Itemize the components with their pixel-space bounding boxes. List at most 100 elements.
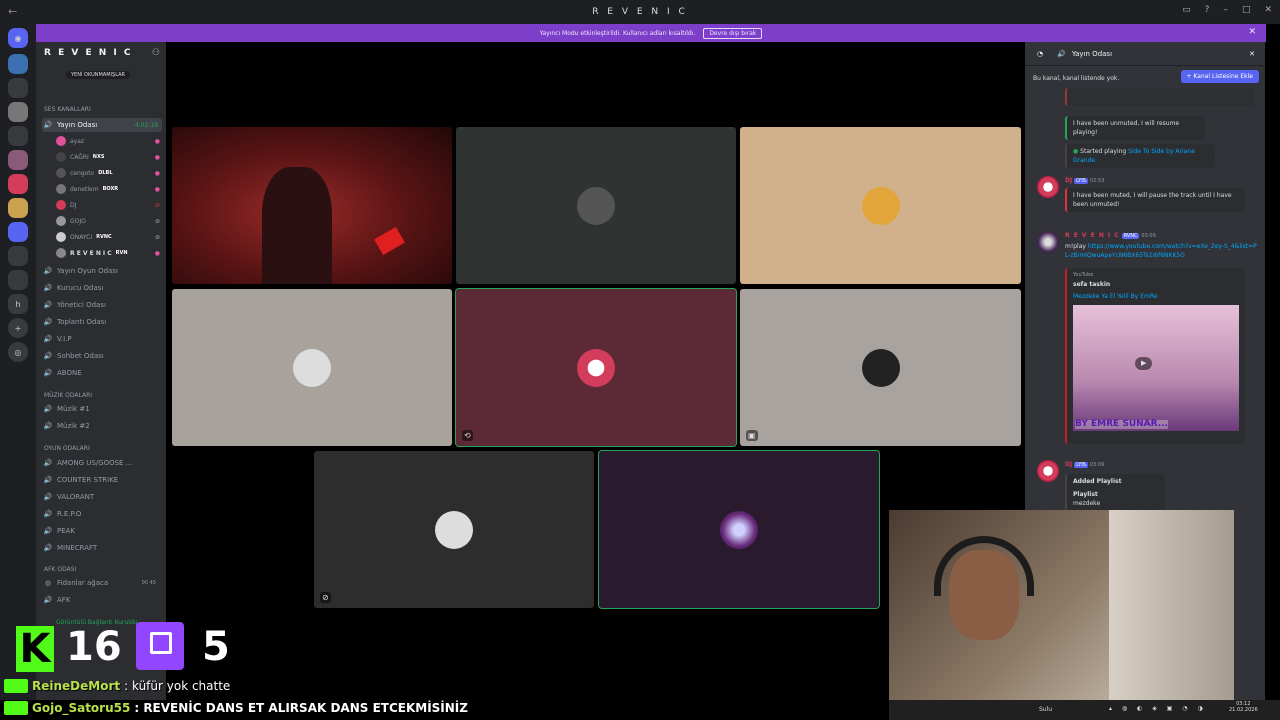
- avatar: [56, 232, 66, 242]
- avatar[interactable]: [1037, 176, 1059, 198]
- camera-icon: ▣: [746, 430, 758, 441]
- channel-item[interactable]: 🔊 V.I.P: [42, 332, 162, 346]
- channel-item[interactable]: 🔊 AFK: [42, 593, 162, 607]
- voice-user[interactable]: R E V E N I C RVN ●: [56, 246, 160, 260]
- server-icon[interactable]: [8, 222, 28, 242]
- channel-item[interactable]: 🔊 Müzik #1: [42, 402, 162, 416]
- weather-text[interactable]: Sulu: [1039, 706, 1052, 713]
- voice-user[interactable]: cengotv DLBL ●: [56, 166, 160, 180]
- server-icon[interactable]: [8, 126, 28, 146]
- speaker-icon: 🔊: [43, 318, 53, 326]
- channel-item[interactable]: ◍ Fidanlar ağaca 00 45: [42, 576, 162, 590]
- message-header: DJ LYIS 03:09: [1065, 461, 1105, 468]
- disable-streamer-mode-button[interactable]: Devre dışı bırak: [703, 27, 763, 39]
- muted-icon: ⊘: [154, 233, 160, 241]
- globe-icon: ◍: [44, 579, 52, 587]
- tray-icons[interactable]: ▴ ◍ ◐ ◈ ▣ ◔ ◑: [1109, 705, 1207, 712]
- stream-icon: ⟲: [462, 430, 473, 441]
- voice-user[interactable]: ayaz ●: [56, 134, 160, 148]
- video-tile[interactable]: [740, 127, 1021, 284]
- close-icon[interactable]: ✕: [1249, 50, 1255, 58]
- chat-header: ◔ 🔊 Yayın Odası ✕: [1025, 42, 1265, 66]
- avatar[interactable]: [1037, 460, 1059, 482]
- stream-chat-line: ReineDeMort : küfür yok chatte: [4, 678, 230, 694]
- close-window-button[interactable]: ✕: [1264, 5, 1272, 15]
- video-tile-speaking[interactable]: [598, 450, 880, 609]
- voice-user[interactable]: DJ ⊘: [56, 198, 160, 212]
- channel-item[interactable]: 🔊 PEAK: [42, 524, 162, 538]
- add-to-channel-list-button[interactable]: + Kanal Listesine Ekle: [1180, 70, 1259, 83]
- channel-item[interactable]: 🔊 Kurucu Odası: [42, 281, 162, 295]
- streamer-silhouette: [262, 167, 332, 284]
- server-rail: ◉ h + ◎: [0, 24, 36, 700]
- category-voice[interactable]: SES KANALLARI: [44, 106, 91, 113]
- home-icon[interactable]: ◉: [8, 28, 28, 48]
- video-tile-webcam[interactable]: [172, 127, 452, 284]
- unread-badge[interactable]: YENİ OKUNMAMIŞLAR: [66, 71, 130, 79]
- muted-icon: ⊘: [154, 201, 160, 209]
- channel-item[interactable]: 🔊 Toplantı Odası: [42, 315, 162, 329]
- voice-user[interactable]: denetlem BOXR ●: [56, 182, 160, 196]
- clock[interactable]: 03:12 21.02.2026: [1229, 701, 1258, 713]
- channel-item[interactable]: 🔊 ABONE: [42, 366, 162, 380]
- channel-item[interactable]: 🔊 Sohbet Odası: [42, 349, 162, 363]
- channel-item[interactable]: 🔊 MINECRAFT: [42, 541, 162, 555]
- voice-user[interactable]: CAĞRI NXS ●: [56, 150, 160, 164]
- speaker-icon: 🔊: [1057, 49, 1066, 58]
- channel-item[interactable]: 🔊 Yönetici Odası: [42, 298, 162, 312]
- category-games[interactable]: OYUN ODALARI: [44, 445, 90, 452]
- message-embed: ● Started playing Side To Side by Ariana…: [1065, 144, 1215, 168]
- server-icon[interactable]: h: [8, 294, 28, 314]
- server-icon[interactable]: [8, 174, 28, 194]
- server-icon[interactable]: [8, 102, 28, 122]
- channel-yayin-odasi[interactable]: 🔊 Yayın Odası 4:02:19: [42, 118, 162, 132]
- speaker-icon: 🔊: [43, 493, 53, 501]
- avatar: [861, 186, 900, 225]
- channel-item[interactable]: 🔊 COUNTER STRIKE: [42, 473, 162, 487]
- play-icon[interactable]: ▶: [1135, 357, 1153, 370]
- viewer-counter-overlay: K 16 5: [0, 614, 240, 674]
- video-tile[interactable]: ▣: [740, 289, 1021, 446]
- minimize-button[interactable]: –: [1223, 5, 1228, 15]
- video-thumbnail[interactable]: ▶ BY EMRE SUNAR...: [1073, 305, 1239, 431]
- voice-user[interactable]: GOJO ⊘: [56, 214, 160, 228]
- server-icon[interactable]: [8, 150, 28, 170]
- kick-viewer-count: 16: [66, 624, 122, 670]
- inbox-icon[interactable]: ▭: [1182, 5, 1191, 15]
- avatar: [861, 348, 900, 387]
- avatar[interactable]: [1037, 231, 1059, 253]
- voice-user[interactable]: ONAYCI RVNC ⊘: [56, 230, 160, 244]
- server-icon[interactable]: [8, 246, 28, 266]
- speaker-icon: 🔊: [43, 121, 53, 129]
- server-icon[interactable]: [8, 198, 28, 218]
- avatar: [293, 348, 331, 387]
- video-tile-speaking[interactable]: ⟲: [455, 288, 737, 447]
- video-tile[interactable]: ⊘: [314, 451, 594, 608]
- category-afk[interactable]: AFK ODASI: [44, 566, 76, 573]
- video-tile[interactable]: [456, 127, 736, 284]
- window-curtain: [1109, 510, 1234, 704]
- server-name[interactable]: R E V E N I C: [44, 48, 132, 58]
- streaming-icon: ●: [154, 185, 160, 193]
- help-icon[interactable]: ?: [1205, 5, 1210, 15]
- channel-item[interactable]: 🔊 VALORANT: [42, 490, 162, 504]
- speaker-icon: 🔊: [43, 335, 53, 343]
- youtube-embed: YouTube sefa taskin Mezdeke Ya El Yelil …: [1065, 268, 1245, 444]
- server-icon[interactable]: [8, 78, 28, 98]
- explore-icon[interactable]: ◎: [8, 342, 28, 362]
- channel-item[interactable]: 🔊 Müzik #2: [42, 419, 162, 433]
- maximize-button[interactable]: □: [1242, 5, 1251, 15]
- speaker-icon: 🔊: [43, 301, 53, 309]
- chat-channel-name: Yayın Odası: [1071, 49, 1113, 58]
- channel-item[interactable]: 🔊 Yayın Oyun Odası: [42, 264, 162, 278]
- add-member-icon[interactable]: ⚇: [152, 48, 160, 58]
- video-tile[interactable]: [172, 289, 452, 446]
- server-icon[interactable]: [8, 54, 28, 74]
- add-server-icon[interactable]: +: [8, 318, 28, 338]
- category-music[interactable]: MÜZİK ODALARI: [44, 392, 92, 399]
- channel-item[interactable]: 🔊 AMONG US/GOOSE ...: [42, 456, 162, 470]
- window-controls: ▭ ? – □ ✕: [1182, 5, 1272, 15]
- close-icon[interactable]: ✕: [1248, 27, 1256, 37]
- channel-item[interactable]: 🔊 R.E.P.O: [42, 507, 162, 521]
- server-icon[interactable]: [8, 270, 28, 290]
